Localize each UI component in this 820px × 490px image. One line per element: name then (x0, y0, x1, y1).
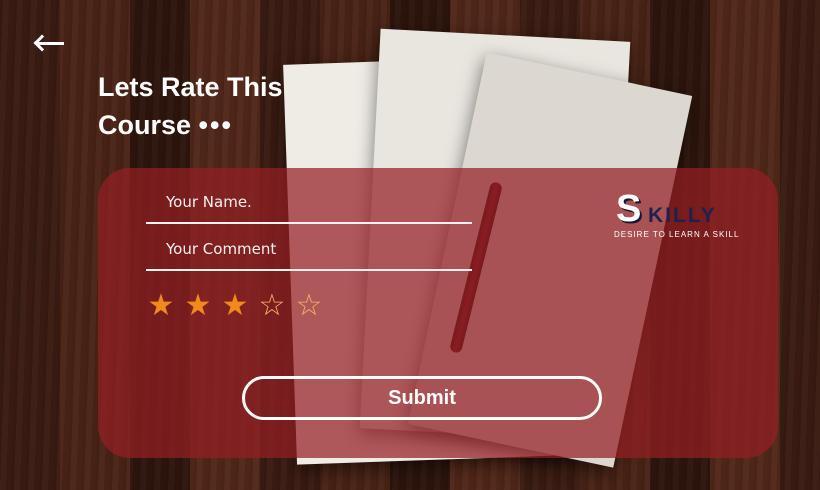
comment-field-container (146, 223, 492, 271)
name-input[interactable] (146, 182, 492, 222)
logo-tagline: DESIRE TO LEARN A SKILL (614, 230, 740, 239)
logo-letter: S (616, 188, 642, 230)
star-filled-icon[interactable]: ★ (220, 289, 250, 323)
star-empty-icon[interactable]: ☆ (257, 289, 287, 323)
name-field-container (146, 176, 492, 224)
comment-input[interactable] (146, 229, 492, 269)
star-rating: ★ ★ ★ ☆ ☆ (146, 289, 324, 323)
back-arrow-icon[interactable] (32, 28, 66, 58)
title-line-1: Lets Rate This (98, 72, 283, 102)
title-line-2: Course ••• (98, 110, 233, 140)
star-filled-icon[interactable]: ★ (183, 289, 213, 323)
star-filled-icon[interactable]: ★ (146, 289, 176, 323)
submit-button[interactable]: Submit (242, 376, 602, 420)
star-empty-icon[interactable]: ☆ (294, 289, 324, 323)
title-dots: ••• (198, 110, 233, 140)
skilly-logo: S KILLY DESIRE TO LEARN A SKILL (612, 190, 752, 240)
logo-word: KILLY (648, 204, 717, 227)
page-title: Lets Rate This Course ••• (98, 68, 283, 144)
